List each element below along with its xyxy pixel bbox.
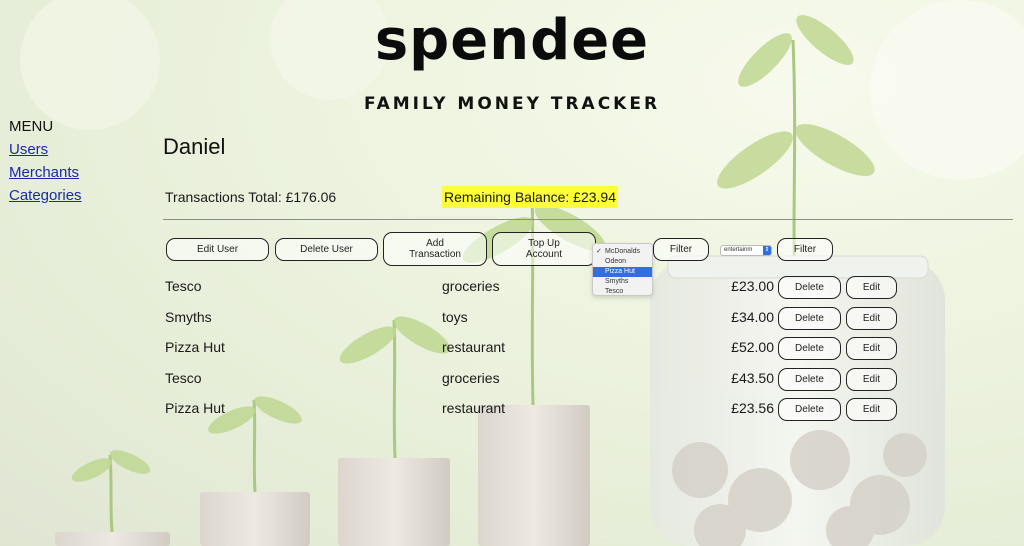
category-filter-value: entertainm (724, 247, 753, 253)
add-transaction-button[interactable]: Add Transaction (383, 232, 487, 266)
merchant-option-odeon[interactable]: Odeon (593, 257, 652, 267)
remaining-balance: Remaining Balance: £23.94 (442, 186, 619, 208)
top-up-label-line1: Top Up (528, 238, 560, 249)
transaction-amount: £52.00 (731, 339, 774, 355)
delete-transaction-button[interactable]: Delete (778, 398, 841, 421)
menu-title: MENU (9, 118, 54, 135)
category-filter-select[interactable]: entertainm ⇕ (720, 245, 772, 256)
edit-transaction-button[interactable]: Edit (846, 368, 897, 391)
edit-transaction-button[interactable]: Edit (846, 398, 897, 421)
edit-transaction-button[interactable]: Edit (846, 337, 897, 360)
edit-user-button[interactable]: Edit User (166, 238, 269, 261)
transaction-amount: £23.00 (731, 278, 774, 294)
transaction-merchant: Tesco (165, 370, 202, 386)
edit-transaction-button[interactable]: Edit (846, 276, 897, 299)
transaction-row: Pizza Hut restaurant £23.56 Delete Edit (0, 398, 1024, 430)
menu-link-categories[interactable]: Categories (9, 184, 82, 207)
transaction-row: Tesco groceries £43.50 Delete Edit (0, 368, 1024, 400)
delete-transaction-button[interactable]: Delete (778, 368, 841, 391)
menu-link-merchants[interactable]: Merchants (9, 161, 82, 184)
transaction-category: restaurant (442, 339, 506, 355)
transaction-category: groceries (442, 278, 500, 294)
category-filter-button[interactable]: Filter (777, 238, 833, 261)
add-transaction-label-line2: Transaction (409, 249, 461, 260)
edit-transaction-button[interactable]: Edit (846, 307, 897, 330)
top-up-label-line2: Account (525, 249, 563, 260)
section-divider (163, 219, 1013, 220)
side-menu: MENU Users Merchants Categories (9, 115, 82, 207)
delete-transaction-button[interactable]: Delete (778, 307, 841, 330)
transaction-merchant: Pizza Hut (165, 400, 225, 416)
transaction-row: Pizza Hut restaurant £52.00 Delete Edit (0, 337, 1024, 369)
top-up-account-button[interactable]: Top Up Account (492, 232, 596, 266)
transaction-merchant: Smyths (165, 309, 212, 325)
delete-transaction-button[interactable]: Delete (778, 276, 841, 299)
transaction-category: restaurant (442, 400, 506, 416)
app-tagline: FAMILY MONEY TRACKER (363, 94, 661, 114)
transaction-merchant: Tesco (165, 278, 202, 294)
merchant-filter-button[interactable]: Filter (653, 238, 709, 261)
merchant-option-pizza-hut[interactable]: Pizza Hut (593, 267, 652, 277)
select-arrows-icon: ⇕ (763, 246, 771, 255)
app-logo: spendee (374, 8, 650, 73)
menu-link-users[interactable]: Users (9, 138, 82, 161)
transactions-total: Transactions Total: £176.06 (165, 189, 337, 205)
add-transaction-label-line1: Add (426, 238, 444, 249)
transaction-category: groceries (442, 370, 500, 386)
transaction-amount: £23.56 (731, 400, 774, 416)
checkmark-icon: ✓ (596, 248, 602, 255)
delete-user-button[interactable]: Delete User (275, 238, 378, 261)
transaction-row: Smyths toys £34.00 Delete Edit (0, 307, 1024, 339)
transaction-merchant: Pizza Hut (165, 339, 225, 355)
user-name-heading: Daniel (163, 134, 226, 159)
merchant-option-mcdonalds[interactable]: ✓ McDonalds (593, 247, 652, 257)
transaction-category: toys (442, 309, 468, 325)
delete-transaction-button[interactable]: Delete (778, 337, 841, 360)
transaction-amount: £43.50 (731, 370, 774, 386)
transaction-row: Tesco groceries £23.00 Delete Edit (0, 276, 1024, 308)
transaction-amount: £34.00 (731, 309, 774, 325)
